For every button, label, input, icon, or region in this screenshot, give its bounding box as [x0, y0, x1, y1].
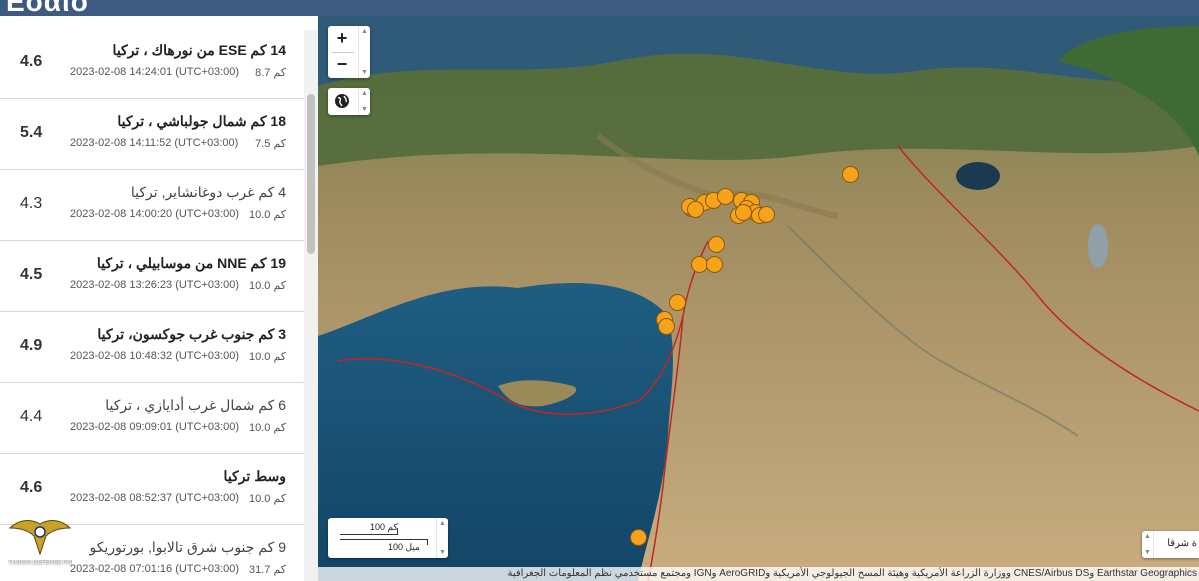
- zoom-in-button[interactable]: +: [328, 26, 356, 52]
- earthquake-meta: 2023-02-08 14:11:52 (UTC+03:00) 7.5 كم: [70, 137, 286, 150]
- earthquake-time: 2023-02-08 14:00:20 (UTC+03:00): [70, 208, 240, 220]
- earthquake-marker[interactable]: [630, 529, 647, 546]
- earthquake-meta: 2023-02-08 14:00:20 (UTC+03:00) 10.0 كم: [70, 208, 286, 221]
- earthquake-list-items: 4.6 14 كم ESE من نورهاك ، تركيا 2023-02-08…: [0, 30, 304, 581]
- earthquake-location: 19 كم NNE من موسابيلي ، تركيا: [96, 255, 286, 271]
- scale-bar-mi: [340, 539, 428, 545]
- earthquake-meta: 2023-02-08 09:09:01 (UTC+03:00) 10.0 كم: [70, 421, 286, 434]
- app-logo: Εοαιό: [6, 0, 89, 16]
- basemap-toggle[interactable]: ▲ ▼: [328, 88, 370, 115]
- magnitude-value: 4.9: [20, 337, 43, 354]
- earthquake-time: 2023-02-08 08:52:37 (UTC+03:00): [70, 492, 240, 504]
- earthquake-depth: 10.0 كم: [248, 422, 286, 434]
- list-scrollbar[interactable]: [304, 30, 318, 581]
- coordinate-readout[interactable]: ▲ ▼ ة شرقا: [1142, 531, 1199, 558]
- earthquake-marker[interactable]: [708, 236, 725, 253]
- coordinate-scroll[interactable]: ▲ ▼: [1142, 531, 1154, 558]
- list-scrollbar-thumb[interactable]: [307, 94, 315, 254]
- earthquake-marker[interactable]: [669, 294, 686, 311]
- earthquake-list[interactable]: 4.6 14 كم ESE من نورهاك ، تركيا 2023-02-08…: [0, 30, 318, 581]
- earthquake-location: 4 كم غرب دوغانشاير, تركيا: [130, 184, 286, 200]
- earthquake-location: 6 كم شمال غرب أدايازي ، تركيا: [105, 397, 286, 413]
- earthquake-depth: 7.5 كم: [255, 138, 286, 150]
- earthquake-marker[interactable]: [706, 256, 723, 273]
- earthquake-marker[interactable]: [717, 188, 734, 205]
- app-header: Εοαιό: [0, 0, 1199, 16]
- earthquake-location: 9 كم جنوب شرق تالابوا, بورتوريكو: [89, 539, 286, 555]
- earthquake-location: وسط تركيا: [223, 468, 286, 484]
- earthquake-location: 18 كم شمال جولباشي ، تركيا: [117, 113, 286, 129]
- map-scale: 100 كم 100 ميل ▲ ▼: [328, 518, 448, 558]
- earthquake-list-item[interactable]: 4.3 4 كم غرب دوغانشاير, تركيا 2023-02-08 1…: [0, 170, 304, 241]
- coordinate-text: ة شرقا: [1167, 538, 1197, 549]
- earthquake-list-item[interactable]: 4.6 14 كم ESE من نورهاك ، تركيا 2023-02-08…: [0, 30, 304, 99]
- earthquake-depth: 31.7 كم: [248, 564, 286, 576]
- earthquake-time: 2023-02-08 13:26:23 (UTC+03:00): [70, 279, 240, 291]
- earthquake-depth: 8.7 كم: [255, 67, 286, 79]
- earthquake-list-item[interactable]: 4.4 6 كم شمال غرب أدايازي ، تركيا 2023-02-…: [0, 383, 304, 454]
- earthquake-time: 2023-02-08 09:09:01 (UTC+03:00): [70, 421, 240, 433]
- satellite-basemap: [318, 16, 1199, 581]
- earthquake-marker[interactable]: [735, 204, 752, 221]
- earthquake-time: 2023-02-08 07:01:16 (UTC+03:00): [70, 563, 240, 575]
- globe-scroll[interactable]: ▲ ▼: [358, 88, 370, 115]
- map-attribution: Earthstar Geographics وCNES/Airbus DS وو…: [318, 567, 1199, 581]
- magnitude-value: 4.3: [20, 195, 43, 212]
- earthquake-marker[interactable]: [687, 201, 704, 218]
- earthquake-marker[interactable]: [758, 206, 775, 223]
- earthquake-meta: 2023-02-08 08:52:37 (UTC+03:00) 10.0 كم: [70, 492, 286, 505]
- scale-bar-km: [340, 528, 398, 535]
- eagle-emblem-icon: [8, 520, 72, 556]
- earthquake-meta: 2023-02-08 07:01:16 (UTC+03:00) 31.7 كم: [70, 563, 286, 576]
- scale-km-label: 100 كم: [370, 522, 398, 532]
- zoom-control: + − ▲ ▼: [328, 26, 370, 78]
- magnitude-value: 4.6: [20, 479, 43, 496]
- earthquake-time: 2023-02-08 14:11:52 (UTC+03:00): [70, 137, 239, 149]
- earthquake-depth: 10.0 كم: [248, 493, 286, 505]
- map-view[interactable]: + − ▲ ▼ ▲ ▼ 100 كم 100 ميل ▲ ▼ ▲ ▼ ة شرقا Ea…: [318, 16, 1199, 581]
- scale-scroll[interactable]: ▲ ▼: [436, 518, 448, 558]
- earthquake-location: 3 كم جنوب غرب جوكسون، تركيا: [97, 326, 286, 342]
- earthquake-time: 2023-02-08 10:48:32 (UTC+03:00): [70, 350, 240, 362]
- earthquake-meta: 2023-02-08 10:48:32 (UTC+03:00) 10.0 كم: [70, 350, 286, 363]
- earthquake-marker[interactable]: [658, 318, 675, 335]
- earthquake-list-item[interactable]: 4.9 3 كم جنوب غرب جوكسون، تركيا 2023-02-08…: [0, 312, 304, 383]
- magnitude-value: 4.6: [20, 53, 43, 70]
- zoom-scroll[interactable]: ▲ ▼: [358, 26, 370, 78]
- magnitude-value: 4.5: [20, 266, 43, 283]
- globe-icon: [335, 94, 349, 108]
- earthquake-time: 2023-02-08 14:24:01 (UTC+03:00): [70, 66, 240, 78]
- forum-watermark: TUNISIA DEFENSE FORUM: [8, 514, 72, 574]
- earthquake-meta: 2023-02-08 14:24:01 (UTC+03:00) 8.7 كم: [70, 66, 286, 79]
- magnitude-value: 4.4: [20, 408, 43, 425]
- earthquake-location: 14 كم ESE من نورهاك ، تركيا: [112, 42, 286, 58]
- scale-mi-label: 100 ميل: [388, 542, 420, 552]
- earthquake-list-item[interactable]: 4.5 19 كم NNE من موسابيلي ، تركيا 2023-02-…: [0, 241, 304, 312]
- magnitude-value: 5.4: [20, 124, 43, 141]
- earthquake-meta: 2023-02-08 13:26:23 (UTC+03:00) 10.0 كم: [70, 279, 286, 292]
- earthquake-depth: 10.0 كم: [248, 209, 286, 221]
- zoom-out-button[interactable]: −: [328, 52, 356, 78]
- earthquake-list-item[interactable]: 5.4 18 كم شمال جولباشي ، تركيا 2023-02-08 …: [0, 99, 304, 170]
- earthquake-depth: 10.0 كم: [248, 351, 286, 363]
- watermark-text: TUNISIA DEFENSE FORUM: [8, 560, 72, 566]
- earthquake-depth: 10.0 كم: [248, 280, 286, 292]
- earthquake-marker[interactable]: [842, 166, 859, 183]
